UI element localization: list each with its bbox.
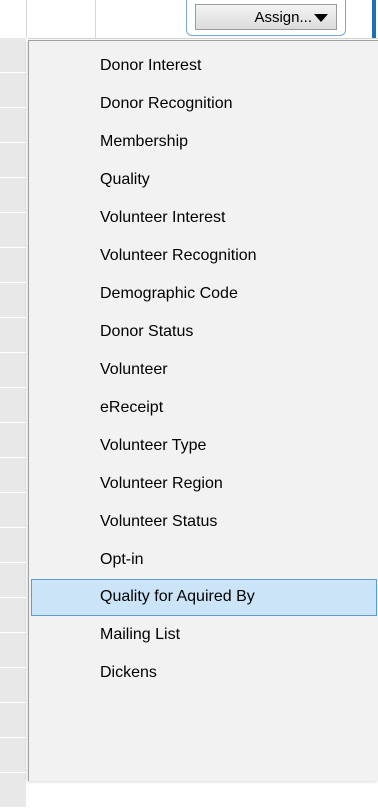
grid-column-divider: [26, 0, 27, 38]
menu-item-list: Donor Interest Donor Recognition Membershi…: [29, 47, 378, 692]
assign-button-frame: Assign...: [186, 0, 346, 36]
grid-row-header: [0, 283, 26, 318]
grid-row-header: [0, 738, 26, 773]
grid-row-header: [0, 108, 26, 143]
accent-bar: [372, 0, 376, 38]
grid-row-header: [0, 703, 26, 738]
menu-item[interactable]: eReceipt: [31, 389, 377, 427]
menu-item[interactable]: Volunteer Interest: [31, 199, 377, 237]
grid-row-header: [0, 38, 26, 73]
grid-row-header: [0, 388, 26, 423]
caret-down-icon: [314, 14, 328, 22]
grid-row-header: [0, 318, 26, 353]
assign-dropdown-menu: Donor Interest Donor Recognition Membershi…: [28, 40, 378, 781]
menu-item[interactable]: Volunteer Recognition: [31, 237, 377, 275]
grid-column-divider: [95, 0, 96, 38]
grid-row-header: [0, 178, 26, 213]
menu-item[interactable]: Volunteer Status: [31, 503, 377, 541]
grid-row-header: [0, 598, 26, 633]
assign-button[interactable]: Assign...: [195, 4, 337, 30]
grid-row-header: [0, 213, 26, 248]
grid-row-header: [0, 528, 26, 563]
grid-row-header: [0, 73, 26, 108]
menu-item[interactable]: Volunteer Type: [31, 427, 377, 465]
menu-item[interactable]: Donor Interest: [31, 47, 377, 85]
menu-item[interactable]: Membership: [31, 123, 377, 161]
menu-item[interactable]: Demographic Code: [31, 275, 377, 313]
menu-item[interactable]: Opt-in: [31, 541, 377, 579]
grid-row-header: [0, 633, 26, 668]
menu-item[interactable]: Dickens: [31, 654, 377, 692]
menu-item[interactable]: Volunteer: [31, 351, 377, 389]
grid-row-header: [0, 353, 26, 388]
menu-item[interactable]: Donor Recognition: [31, 85, 377, 123]
grid-row-header: [0, 423, 26, 458]
grid-row-header: [0, 143, 26, 178]
grid-row-header: [0, 248, 26, 283]
menu-item[interactable]: Donor Status: [31, 313, 377, 351]
window-edge: [368, 0, 378, 38]
grid-row-header: [0, 668, 26, 703]
menu-item[interactable]: Volunteer Region: [31, 465, 377, 503]
grid-row-header: [0, 773, 26, 808]
grid-row-headers: [0, 38, 28, 808]
menu-item[interactable]: Mailing List: [31, 616, 377, 654]
grid-row-header: [0, 493, 26, 528]
menu-item[interactable]: Quality: [31, 161, 377, 199]
assign-button-label: Assign...: [254, 8, 312, 26]
grid-row-header: [0, 563, 26, 598]
grid-row-header: [0, 458, 26, 493]
menu-item[interactable]: Quality for Aquired By: [31, 579, 377, 616]
